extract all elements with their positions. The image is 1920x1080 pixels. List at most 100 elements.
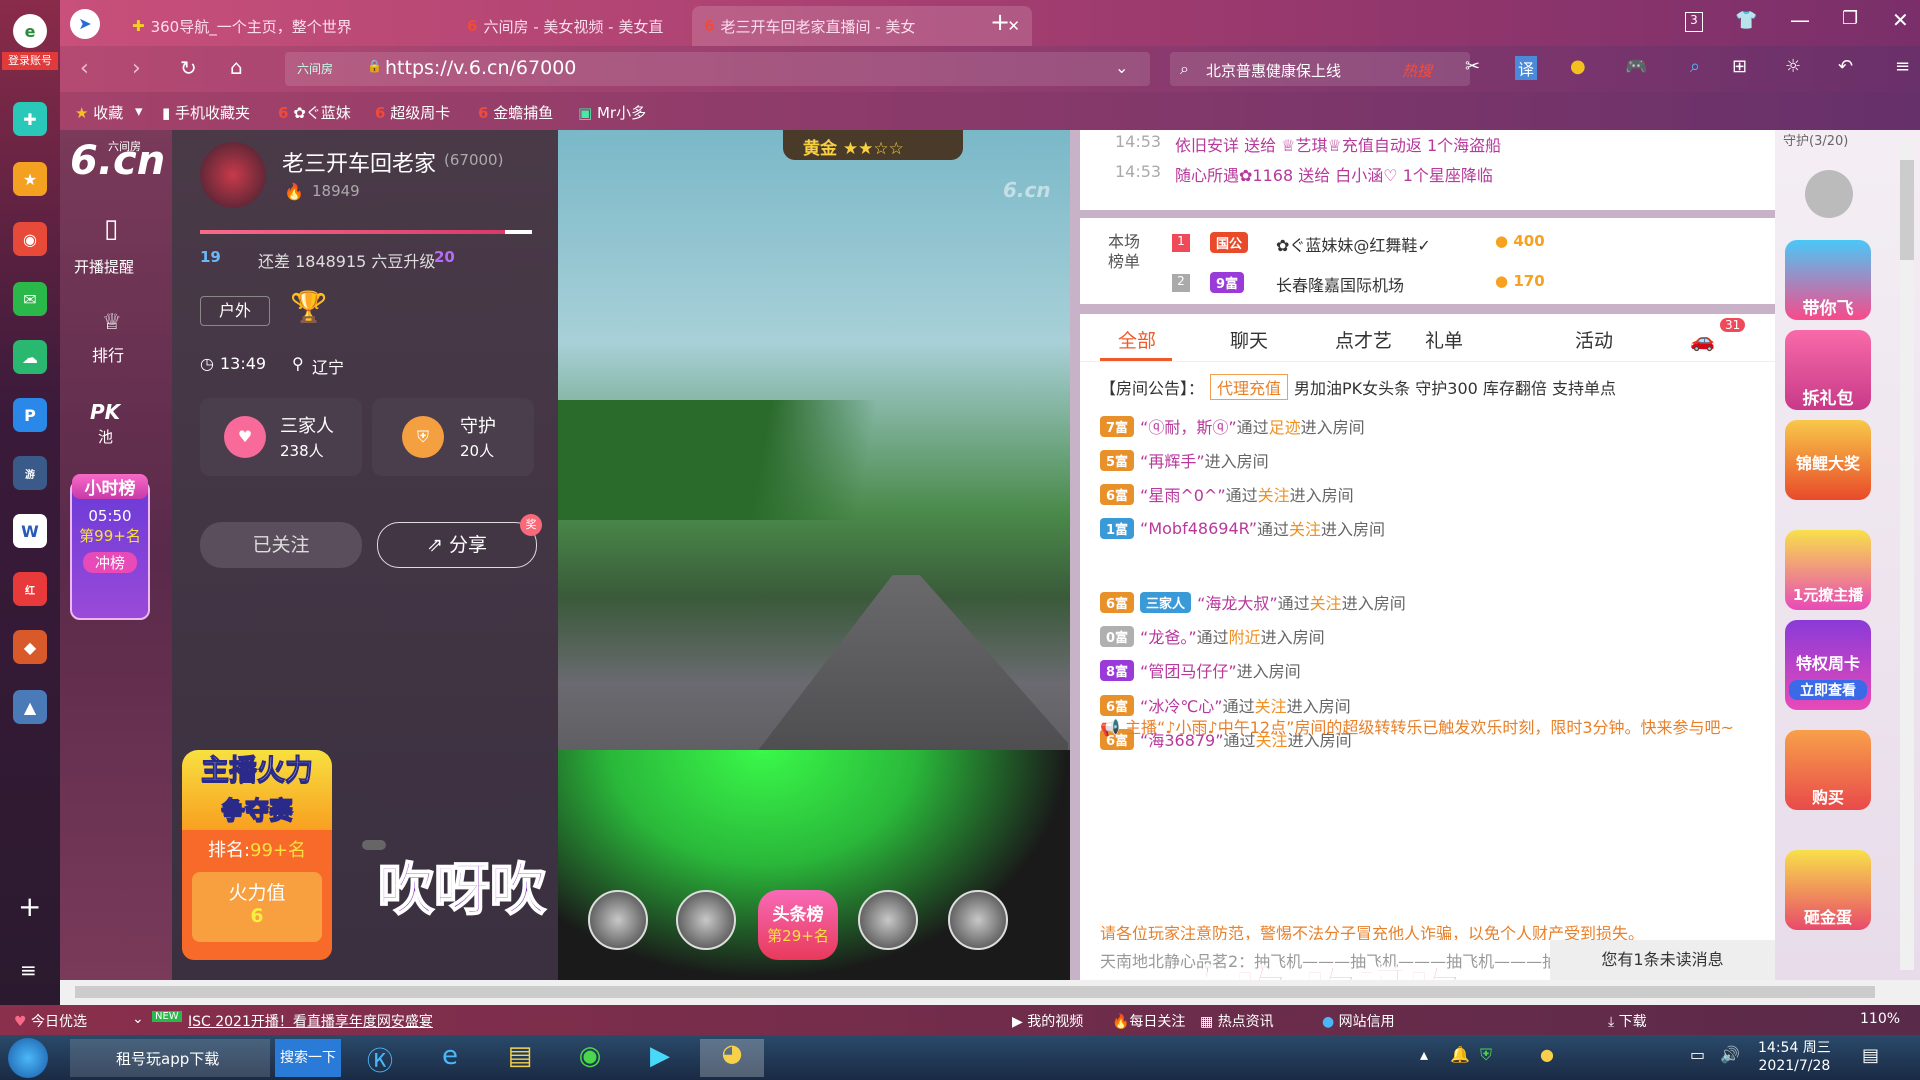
user-name[interactable]: “海龙大叔” [1197, 590, 1278, 614]
active-app-icon[interactable]: ◕ [700, 1039, 764, 1077]
view-now-button[interactable]: 立即查看 [1789, 680, 1867, 700]
activity-item[interactable]: 拆礼包 [1785, 330, 1871, 410]
user-name[interactable]: “再辉手” [1140, 448, 1205, 472]
tab-gift-list[interactable]: 礼单 [1425, 326, 1463, 353]
bookmark-lanmei[interactable]: 6 ✿ぐ蓝妹 [278, 102, 351, 123]
taskbar-app[interactable]: 租号玩app下载 [70, 1039, 270, 1077]
home-icon[interactable]: ⌂ [230, 55, 243, 79]
status-item[interactable]: 🔥每日关注 [1112, 1011, 1185, 1031]
viewer-avatar[interactable] [588, 890, 648, 950]
maximize-icon[interactable]: ❐ [1842, 8, 1858, 29]
bookmark-weekcard[interactable]: 6 超级周卡 [375, 102, 450, 123]
doc-icon[interactable]: W [13, 514, 47, 548]
zoom-level[interactable]: 110% [1860, 1011, 1900, 1027]
close-window-icon[interactable]: ✕ [1892, 8, 1909, 32]
tab-count[interactable]: 3 [1685, 12, 1703, 32]
hamburger-icon[interactable]: ≡ [1895, 56, 1910, 77]
chevron-down-icon[interactable]: ⌄ [132, 1011, 144, 1027]
dropdown-icon[interactable]: ⌄ [1115, 58, 1128, 77]
minimize-icon[interactable]: — [1790, 8, 1810, 32]
bell-icon[interactable]: 🔔 [1450, 1045, 1470, 1064]
tab-all[interactable]: 全部 [1118, 326, 1156, 353]
user-name[interactable]: “管团马仔仔” [1140, 658, 1237, 682]
guard-avatar[interactable] [1805, 170, 1853, 218]
anchor-avatar[interactable] [200, 142, 266, 208]
new-tab-icon[interactable]: + [990, 8, 1010, 36]
network-icon[interactable]: ▭ [1690, 1045, 1705, 1064]
url-text[interactable]: https://v.6.cn/67000 [385, 57, 576, 79]
bookmark-mrxiaoduo[interactable]: ▣ Mr小多 [578, 102, 646, 123]
tray-app-icon[interactable]: ● [1540, 1045, 1554, 1064]
page-scrollbar[interactable] [1900, 140, 1914, 970]
category-tag[interactable]: 户外 [200, 296, 270, 326]
notice-tag[interactable]: 代理充值 [1210, 374, 1289, 400]
volume-icon[interactable]: 🔊 [1720, 1045, 1740, 1064]
folder-icon[interactable]: ▤ [500, 1041, 540, 1075]
back-icon[interactable]: ‹ [80, 56, 89, 81]
refresh-icon[interactable]: ↻ [180, 56, 197, 80]
tray-expand-icon[interactable]: ▴ [1420, 1045, 1428, 1064]
trophy-icon[interactable]: 🏆 [290, 290, 327, 325]
bookmark-fishing[interactable]: 6 金蟾捕鱼 [478, 102, 553, 123]
user-name[interactable]: “龙爸。” [1140, 624, 1197, 648]
activity-item[interactable]: 带你飞 [1785, 240, 1871, 320]
user-name[interactable]: “ⓠ耐，斯ⓠ” [1140, 414, 1237, 438]
undo-icon[interactable]: ↶ [1838, 56, 1853, 77]
tab-360[interactable]: ✚ 360导航_一个主页，整个世界 [120, 6, 450, 46]
viewer-avatar[interactable] [948, 890, 1008, 950]
live-video[interactable]: 黄金 ★★☆☆ 6.cn 吹呀吹 头条榜 第29+名 [377, 130, 1070, 980]
viewer-avatar[interactable] [858, 890, 918, 950]
start-button[interactable] [8, 1038, 48, 1078]
tab-activity[interactable]: 活动 [1575, 326, 1613, 353]
bookmarks-dropdown-icon[interactable]: ▾ [135, 102, 143, 120]
shirt-icon[interactable]: 👕 [1735, 10, 1757, 31]
horizontal-scrollbar[interactable] [60, 980, 1920, 1005]
download-button[interactable]: ⤓ 下载 [1608, 1011, 1647, 1031]
add-icon[interactable]: + [18, 890, 41, 923]
plus-app-icon[interactable]: ✚ [13, 102, 47, 136]
forward-icon[interactable]: › [132, 56, 141, 81]
bookmark-favorites[interactable]: ★ 收藏 [75, 102, 123, 123]
user-name[interactable]: “星雨^0^” [1140, 482, 1226, 506]
viewer-avatar[interactable] [676, 890, 736, 950]
today-picks[interactable]: ♥ 今日优选 [14, 1011, 87, 1031]
scroll-thumb[interactable] [1900, 160, 1914, 260]
status-item[interactable]: ▶ 我的视频 [1012, 1011, 1083, 1031]
headline-rank-badge[interactable]: 头条榜 第29+名 [758, 890, 838, 960]
ie-icon[interactable]: e [430, 1041, 470, 1075]
game2-icon[interactable]: ◆ [13, 630, 47, 664]
h-scroll-thumb[interactable] [75, 986, 1875, 998]
bookmark-mobile[interactable]: ▮ 手机收藏夹 [162, 102, 250, 123]
fire-contest-card[interactable]: 主播火力 争夺赛 排名:99+名 火力值 6 [182, 750, 332, 960]
hourly-charge-button[interactable]: 冲榜 [83, 552, 137, 573]
live-reminder[interactable]: 开播提醒 [74, 256, 134, 277]
share-button[interactable]: ⇗ 分享 [377, 522, 537, 568]
cloud-icon[interactable]: ☁ [13, 340, 47, 374]
notification-icon[interactable]: ▤ [1862, 1045, 1879, 1066]
game-app-icon[interactable]: 游 [13, 456, 47, 490]
activity-item[interactable]: 特权周卡 立即查看 [1785, 620, 1871, 710]
tab-live-room[interactable]: 6 老三开车回老家直播间 - 美女 ✕ [692, 6, 1032, 46]
guard-card[interactable]: ⛨ 守护 20人 [372, 398, 534, 476]
translate-icon[interactable]: 译 [1515, 56, 1538, 80]
status-item[interactable]: ● 网站信用 [1322, 1011, 1395, 1031]
search-box[interactable]: ⌕ 北京普惠健康保上线 热搜 [1170, 52, 1470, 86]
gamepad-icon[interactable]: 🎮 [1625, 56, 1647, 77]
star-icon[interactable]: ★ [13, 162, 47, 196]
pk-label[interactable]: PK [90, 400, 120, 424]
status-item[interactable]: ▦ 热点资讯 [1200, 1011, 1274, 1031]
family-card[interactable]: ♥ 三家人 238人 [200, 398, 362, 476]
hourly-rank-card[interactable]: 小时榜 05:50 第99+名 冲榜 [70, 474, 150, 620]
shield-tray-icon[interactable]: ⛨ [1480, 1045, 1492, 1065]
activity-item[interactable]: 锦鲤大奖 [1785, 420, 1871, 500]
menu-icon[interactable]: ≡ [20, 958, 37, 982]
rank-link[interactable]: 排行 [92, 342, 124, 366]
unread-messages[interactable]: 您有1条未读消息 [1550, 940, 1775, 980]
coin-icon[interactable]: ● [1570, 56, 1586, 77]
leaderboard-label[interactable]: 本场榜单 [1108, 232, 1148, 272]
weibo-icon[interactable]: ◉ [13, 222, 47, 256]
nav-arrow-icon[interactable]: ➤ [70, 9, 100, 39]
activity-item[interactable]: 1元撩主播 [1785, 530, 1871, 610]
k-app-icon[interactable]: Ⓚ [360, 1041, 400, 1077]
red-app-icon[interactable]: 红 [13, 572, 47, 606]
